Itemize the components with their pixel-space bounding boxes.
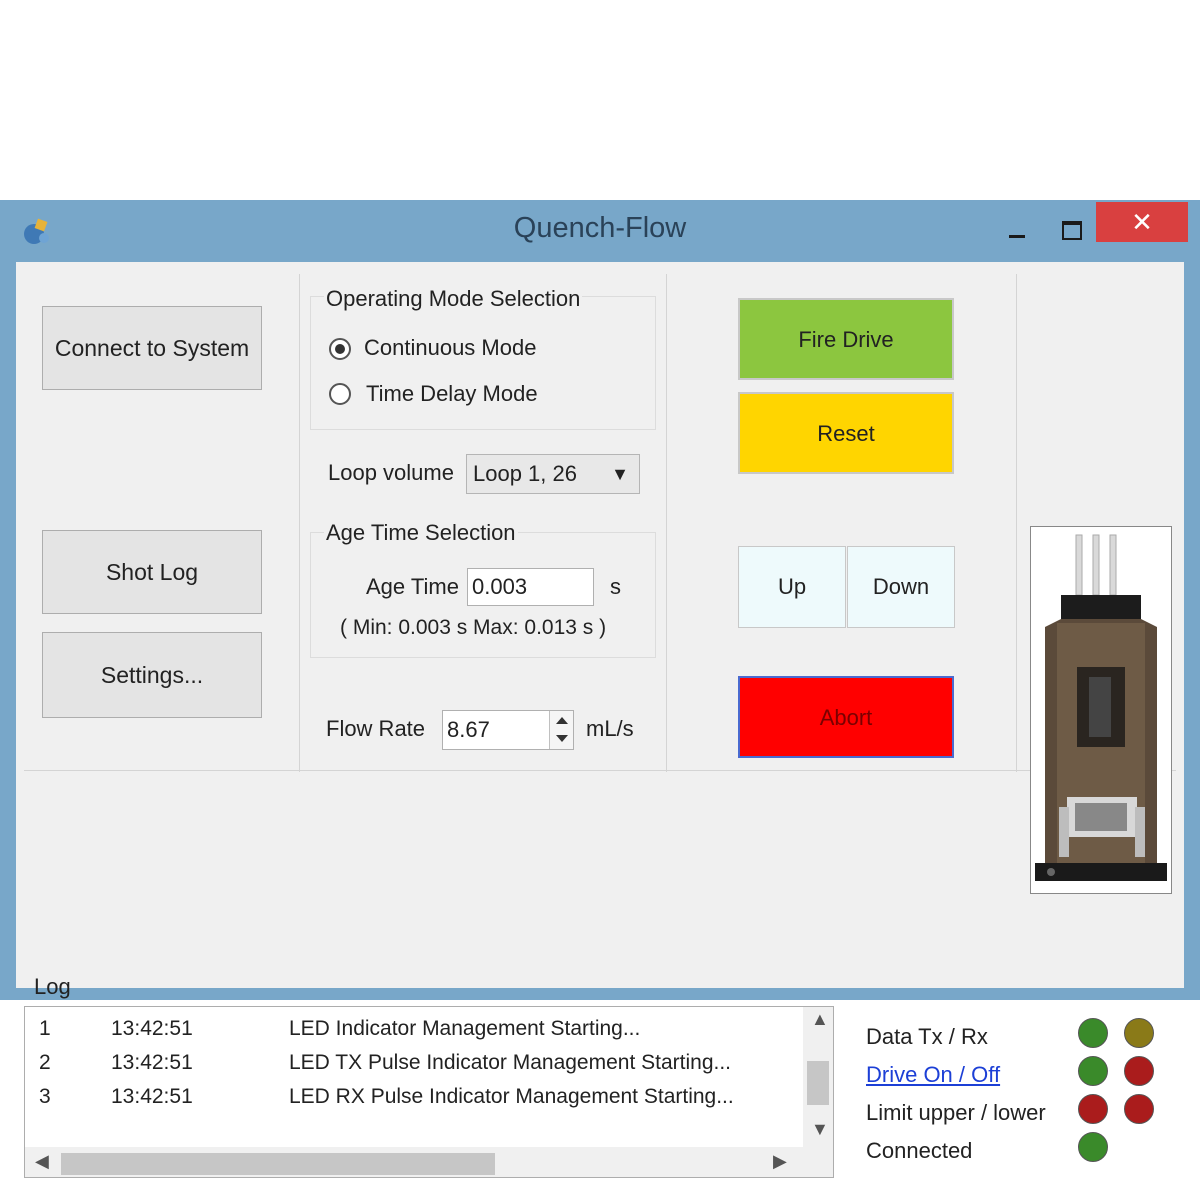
flow-rate-unit: mL/s — [586, 716, 634, 741]
maximize-button[interactable] — [1052, 210, 1090, 250]
continuous-mode-radio[interactable] — [329, 338, 351, 360]
spin-up-icon[interactable] — [556, 717, 568, 724]
operating-mode-title: Operating Mode Selection — [324, 286, 583, 312]
horizontal-scroll-thumb[interactable] — [61, 1153, 495, 1175]
age-time-title: Age Time Selection — [324, 520, 518, 546]
minimize-button[interactable] — [1000, 210, 1038, 250]
scroll-down-icon[interactable]: ▼ — [811, 1119, 829, 1140]
log-row-message: LED Indicator Management Starting... — [289, 1017, 641, 1040]
horizontal-scrollbar[interactable]: ◀ ▶ — [25, 1147, 803, 1177]
age-time-label: Age Time — [366, 574, 459, 599]
age-time-unit: s — [610, 574, 621, 599]
log-row-time: 13:42:51 — [111, 1051, 193, 1074]
spin-down-icon[interactable] — [556, 735, 568, 742]
fire-drive-button[interactable]: Fire Drive — [738, 298, 954, 380]
log-row-message: LED TX Pulse Indicator Management Starti… — [289, 1051, 732, 1074]
chevron-down-icon: ▼ — [611, 464, 629, 484]
reset-button[interactable]: Reset — [738, 392, 954, 474]
operating-mode-group — [310, 296, 656, 430]
up-button[interactable]: Up — [738, 546, 846, 628]
divider — [299, 274, 300, 772]
log-row-number: 2 — [39, 1051, 51, 1074]
scrollbar-corner — [803, 1147, 833, 1177]
shot-log-button[interactable]: Shot Log — [42, 530, 262, 614]
flow-rate-spinner[interactable] — [549, 711, 573, 749]
scroll-up-icon[interactable]: ▲ — [811, 1009, 829, 1030]
led-drive-off-icon — [1124, 1056, 1154, 1086]
status-label-data-tx-rx: Data Tx / Rx — [866, 1024, 988, 1049]
log-row[interactable]: 1 13:42:51 LED Indicator Management Star… — [25, 1017, 795, 1047]
loop-volume-select[interactable]: Loop 1, 26 ▼ — [466, 454, 640, 494]
status-label-connected: Connected — [866, 1138, 973, 1163]
title-bar[interactable]: Quench-Flow ✕ — [0, 200, 1200, 262]
loop-volume-label: Loop volume — [328, 460, 454, 485]
log-row[interactable]: 2 13:42:51 LED TX Pulse Indicator Manage… — [25, 1051, 795, 1081]
flow-rate-input[interactable]: 8.67 — [442, 710, 574, 750]
divider — [666, 274, 667, 772]
vertical-scrollbar[interactable]: ▲ ▼ — [803, 1007, 833, 1147]
log-row-number: 1 — [39, 1017, 51, 1040]
age-time-range: ( Min: 0.003 s Max: 0.013 s ) — [340, 616, 607, 639]
log-row-message: LED RX Pulse Indicator Management Starti… — [289, 1085, 734, 1108]
divider — [24, 770, 1176, 771]
flow-rate-label: Flow Rate — [326, 716, 426, 741]
log-row[interactable]: 3 13:42:51 LED RX Pulse Indicator Manage… — [25, 1085, 795, 1115]
time-delay-mode-radio[interactable] — [329, 383, 351, 405]
divider — [1016, 274, 1017, 772]
age-time-input[interactable]: 0.003 — [467, 568, 594, 606]
vertical-scroll-thumb[interactable] — [807, 1061, 829, 1105]
log-title: Log — [34, 974, 71, 999]
led-data-tx-icon — [1078, 1018, 1108, 1048]
abort-button[interactable]: Abort — [738, 676, 954, 758]
led-connected-icon — [1078, 1132, 1108, 1162]
scroll-right-icon[interactable]: ▶ — [773, 1151, 787, 1172]
log-list[interactable]: 1 13:42:51 LED Indicator Management Star… — [24, 1006, 834, 1178]
led-limit-upper-icon — [1078, 1094, 1108, 1124]
time-delay-mode-label[interactable]: Time Delay Mode — [366, 381, 538, 407]
led-limit-lower-icon — [1124, 1094, 1154, 1124]
log-row-time: 13:42:51 — [111, 1017, 193, 1040]
led-drive-on-icon — [1078, 1056, 1108, 1086]
instrument-image — [1030, 526, 1172, 894]
connect-to-system-button[interactable]: Connect to System — [42, 306, 262, 390]
client-area: Connect to System Shot Log Settings... O… — [16, 262, 1184, 1178]
continuous-mode-label[interactable]: Continuous Mode — [364, 335, 536, 361]
loop-volume-value: Loop 1, 26 — [473, 461, 577, 486]
close-button[interactable]: ✕ — [1096, 202, 1188, 242]
quench-flow-device-illustration — [1031, 527, 1171, 893]
log-row-number: 3 — [39, 1085, 51, 1108]
drive-on-off-link[interactable]: Drive On / Off — [866, 1062, 1000, 1088]
led-data-rx-icon — [1124, 1018, 1154, 1048]
scroll-left-icon[interactable]: ◀ — [35, 1151, 49, 1172]
flow-rate-value: 8.67 — [447, 717, 490, 742]
down-button[interactable]: Down — [847, 546, 955, 628]
log-row-time: 13:42:51 — [111, 1085, 193, 1108]
app-window: Quench-Flow ✕ Connect to System Shot Log… — [0, 200, 1200, 1178]
status-label-limit: Limit upper / lower — [866, 1100, 1046, 1125]
settings-button[interactable]: Settings... — [42, 632, 262, 718]
